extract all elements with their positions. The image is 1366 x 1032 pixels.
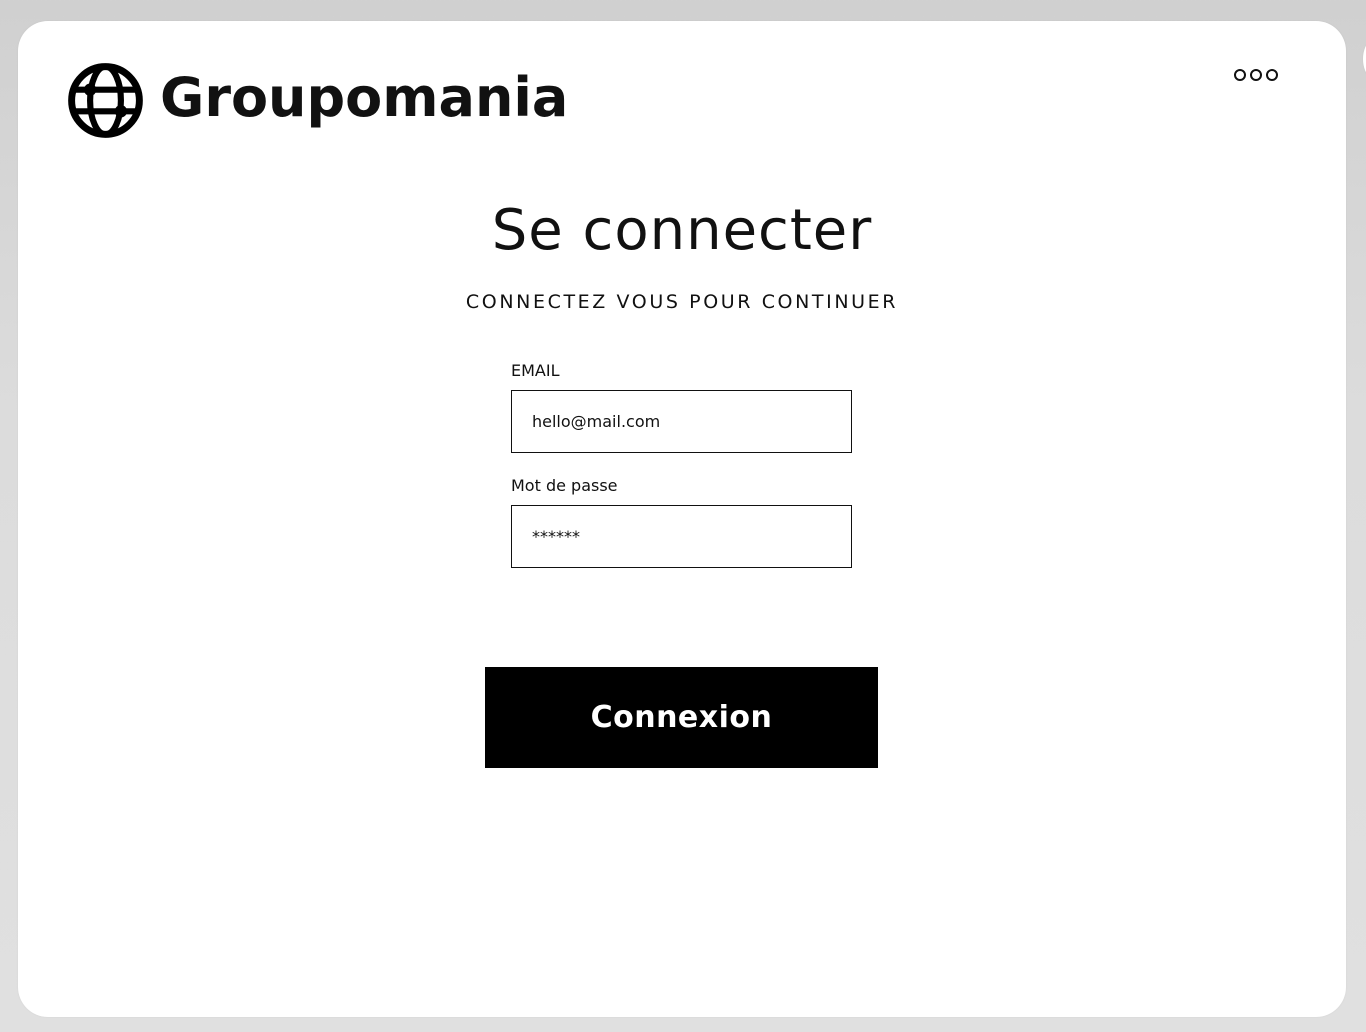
more-options-icon[interactable] [1234, 68, 1278, 82]
menu-dot [1250, 69, 1262, 81]
page-title: Se connecter [491, 198, 873, 263]
password-label: Mot de passe [511, 476, 618, 495]
menu-dot [1234, 69, 1246, 81]
password-field[interactable] [511, 505, 852, 568]
brand-logo[interactable]: Groupomania [67, 62, 568, 139]
brand-name: Groupomania [160, 65, 569, 129]
menu-dot [1266, 69, 1278, 81]
login-card: Groupomania Se connecter CONNECTEZ VOUS … [18, 21, 1346, 1017]
globe-icon [68, 63, 143, 138]
login-button[interactable]: Connexion [485, 667, 878, 768]
email-field[interactable] [511, 390, 852, 453]
email-label: EMAIL [511, 361, 560, 380]
edge-decoration [1362, 28, 1366, 90]
page-subtitle: CONNECTEZ VOUS POUR CONTINUER [465, 291, 899, 313]
